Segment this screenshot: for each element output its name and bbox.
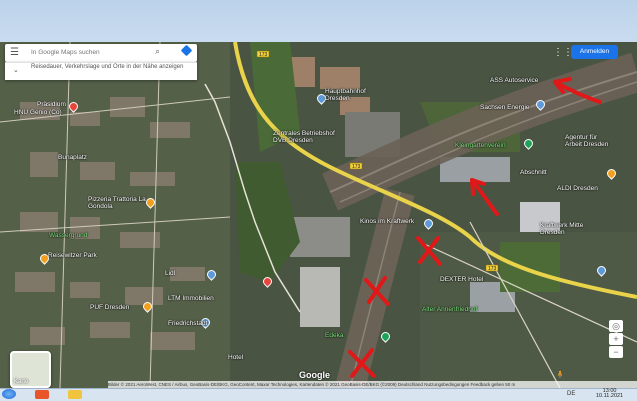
- start-button-icon[interactable]: [2, 389, 16, 399]
- firefox-taskbar-icon[interactable]: [35, 390, 49, 399]
- map-label: PUF Dresden: [90, 304, 130, 311]
- map-label: Friedrichstadt: [168, 320, 208, 327]
- road-shield-label: 173: [259, 52, 268, 58]
- map-label: Kraftwerk Mitte Dresden: [540, 222, 584, 236]
- map-label: Bunaplatz: [58, 154, 87, 161]
- map-label: Reisewitzer Park: [48, 252, 97, 259]
- google-logo: Google: [299, 370, 330, 380]
- nearby-info-panel[interactable]: ⌄ Reisedauer, Verkehrslage und Orte in d…: [5, 62, 197, 80]
- map-label: Zentrales Betriebshof DVB Dresden: [273, 130, 335, 144]
- layer-label: Karte: [14, 379, 29, 385]
- map-label: Präsidium: [37, 101, 66, 108]
- satellite-map[interactable]: 173 173 173 Präsidium HNU Genio (Co) Bun…: [0, 42, 637, 388]
- directions-icon[interactable]: [180, 44, 193, 57]
- map-layer-toggle[interactable]: Karte: [10, 351, 51, 388]
- search-icon[interactable]: ⌕: [155, 46, 160, 57]
- road-shield-label: 173: [488, 266, 497, 272]
- browser-top-band: [0, 0, 637, 42]
- hamburger-menu-icon[interactable]: ☰: [10, 47, 19, 59]
- map-label: ASS Autoservice: [490, 77, 539, 84]
- map-label: Edeka: [325, 332, 344, 339]
- map-label: ALDI Dresden: [557, 185, 598, 192]
- map-label: Wassergrund: [49, 232, 88, 239]
- zoom-in-button[interactable]: +: [609, 333, 623, 345]
- map-label: HNU Genio (Co): [14, 109, 62, 116]
- map-label: DEXTER Hotel: [440, 276, 484, 283]
- location-icon[interactable]: ◎: [609, 320, 623, 332]
- zoom-controls: ◎ + −: [609, 320, 623, 359]
- map-label: Kinos im Kraftwerk: [360, 218, 415, 225]
- search-box[interactable]: ☰ ⌕: [5, 44, 197, 62]
- zoom-out-button[interactable]: −: [609, 346, 623, 358]
- os-taskbar: [0, 388, 637, 401]
- system-clock[interactable]: 13:00 10.11.2021: [596, 388, 624, 399]
- map-label: Pizzeria Trattoria La Gondola: [88, 196, 146, 210]
- apps-grid-icon[interactable]: ⋮⋮: [553, 47, 573, 58]
- map-label: Agentur für Arbeit Dresden: [565, 134, 609, 148]
- language-indicator[interactable]: DE: [567, 391, 575, 397]
- map-label: Lidl: [165, 270, 176, 277]
- map-label: Abschnitt: [520, 169, 547, 176]
- map-label: Kleingartenverein: [455, 142, 506, 149]
- pegman-icon[interactable]: 🧍: [555, 370, 565, 379]
- search-input[interactable]: [31, 46, 149, 59]
- map-attribution[interactable]: Bilder © 2021 AeroWest, CNES / Airbus, G…: [108, 381, 637, 388]
- nearby-info-text: Reisedauer, Verkehrslage und Orte in der…: [31, 64, 184, 70]
- map-label: Hotel: [228, 354, 244, 361]
- signin-button[interactable]: Anmelden: [571, 45, 618, 59]
- explorer-taskbar-icon[interactable]: [68, 390, 82, 399]
- clock-date: 10.11.2021: [596, 393, 624, 399]
- road-shield-label: 173: [352, 164, 361, 170]
- map-label: Alter Annenfriedhof: [422, 306, 478, 313]
- map-label: LTM Immobilien: [168, 295, 214, 302]
- map-label: Hauptbahnhof Dresden: [325, 88, 366, 102]
- map-label: Sachsen Energie: [480, 104, 530, 111]
- chevron-down-icon[interactable]: ⌄: [13, 66, 19, 74]
